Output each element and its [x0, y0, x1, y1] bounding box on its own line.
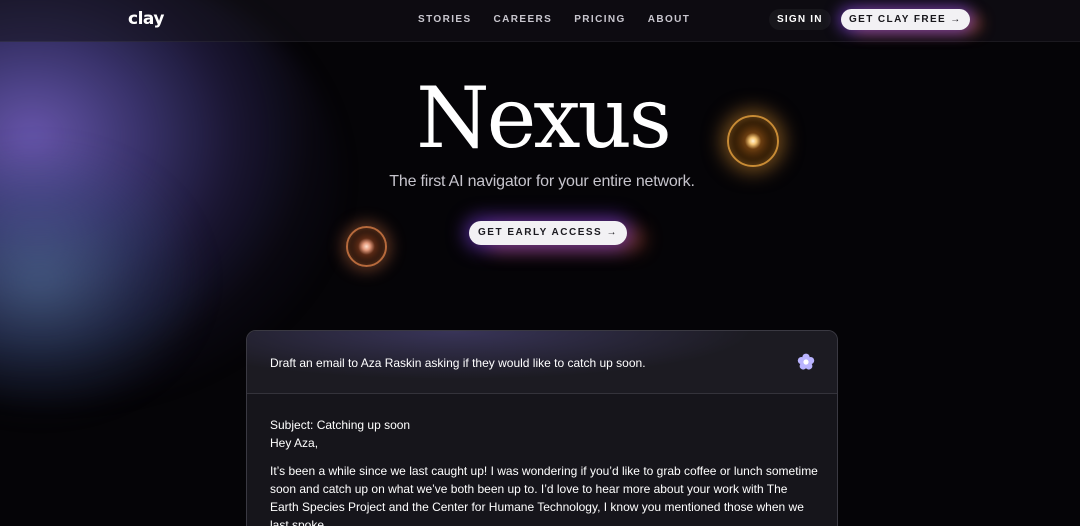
- chat-card: Draft an email to Aza Raskin asking if t…: [246, 330, 838, 526]
- clay-logo[interactable]: clay: [128, 9, 164, 29]
- hero-subtitle: The first AI navigator for your entire n…: [389, 173, 695, 190]
- sign-in-button[interactable]: SIGN IN: [769, 9, 831, 30]
- flower-icon[interactable]: [796, 352, 816, 372]
- nav-link-stories[interactable]: STORIES: [418, 14, 472, 25]
- email-draft: Subject: Catching up soon Hey Aza, It’s …: [247, 394, 837, 526]
- email-greeting: Hey Aza,: [270, 436, 319, 450]
- page: clay STORIES CAREERS PRICING ABOUT SIGN …: [0, 0, 1080, 526]
- prompt-bar: Draft an email to Aza Raskin asking if t…: [247, 331, 837, 394]
- prompt-text: Draft an email to Aza Raskin asking if t…: [270, 356, 646, 370]
- get-early-access-button[interactable]: GET EARLY ACCESS →: [469, 221, 627, 245]
- hero-title: Nexus: [416, 69, 672, 167]
- top-nav: clay STORIES CAREERS PRICING ABOUT SIGN …: [0, 0, 1080, 42]
- nav-link-careers[interactable]: CAREERS: [494, 14, 553, 25]
- nav-link-about[interactable]: ABOUT: [648, 14, 691, 25]
- email-body: It’s been a while since we last caught u…: [270, 464, 818, 526]
- email-subject: Subject: Catching up soon: [270, 418, 411, 432]
- nav-link-pricing[interactable]: PRICING: [574, 14, 625, 25]
- get-clay-free-button[interactable]: GET CLAY FREE →: [841, 9, 970, 30]
- glowing-orb-small: [346, 226, 387, 267]
- nav-links: STORIES CAREERS PRICING ABOUT: [418, 14, 690, 25]
- glowing-orb-large: [727, 115, 779, 167]
